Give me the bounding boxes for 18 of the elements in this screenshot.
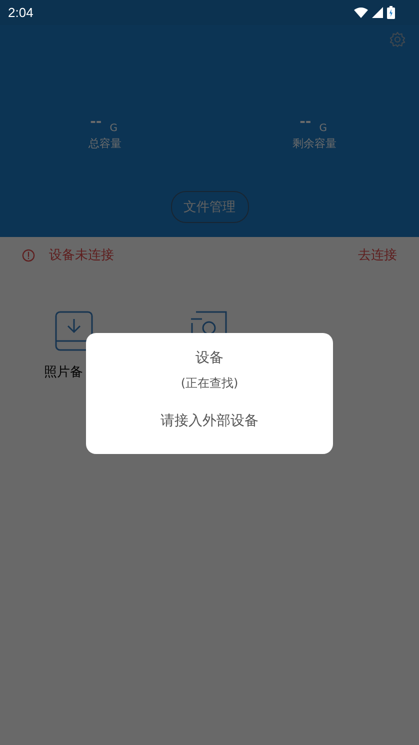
capacity-label: 总容量 — [88, 136, 122, 151]
clock: 2:04 — [8, 5, 34, 20]
connect-link[interactable]: 去连接 — [358, 246, 397, 264]
capacity-unit: G — [110, 124, 118, 134]
battery-icon — [387, 6, 395, 19]
capacity-unit: G — [319, 124, 327, 134]
wifi-icon — [354, 7, 368, 18]
signal-icon — [372, 7, 383, 18]
tile-label[interactable]: 照片备 — [44, 363, 83, 381]
dialog-message: 请接入外部设备 — [160, 412, 258, 430]
file-manager-button[interactable]: 文件管理 — [170, 191, 248, 223]
dialog-title: 设备 — [196, 349, 224, 367]
capacity-value: -- — [90, 116, 102, 128]
capacity-label: 剩余容量 — [292, 136, 336, 151]
dialog-subtitle: (正在查找) — [180, 375, 238, 392]
capacity-value: -- — [300, 116, 312, 128]
info-icon — [22, 248, 35, 262]
connection-status: 设备未连接 — [49, 247, 114, 264]
